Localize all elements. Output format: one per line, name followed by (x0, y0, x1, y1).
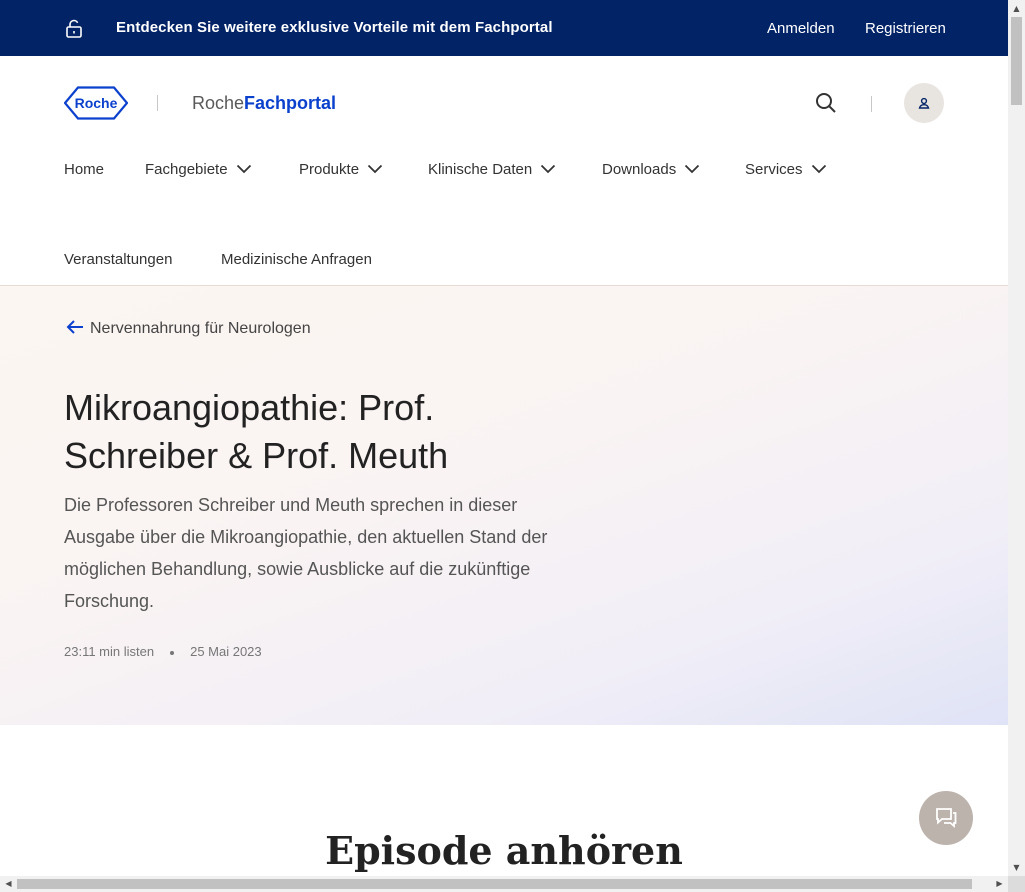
scroll-up-icon[interactable]: ▲ (1008, 0, 1025, 17)
roche-logo[interactable]: Roche (63, 86, 129, 120)
nav-medizinische-anfragen[interactable]: Medizinische Anfragen (221, 251, 372, 268)
chevron-down-icon (541, 164, 556, 174)
promo-bar: Entdecken Sie weitere exklusive Vorteile… (0, 0, 1008, 56)
back-link[interactable]: Nervennahrung für Neurologen (66, 320, 311, 338)
chevron-down-icon (367, 164, 383, 174)
login-link[interactable]: Anmelden (767, 20, 835, 37)
chevron-down-icon (685, 164, 700, 174)
svg-text:Roche: Roche (75, 95, 118, 111)
nav-services[interactable]: Services (745, 161, 827, 178)
scroll-left-icon[interactable]: ◀ (0, 876, 17, 892)
duration: 23:11 min listen (64, 644, 155, 659)
user-avatar-button[interactable] (904, 83, 944, 123)
scroll-right-icon[interactable]: ▶ (991, 876, 1008, 892)
chat-icon (936, 808, 957, 828)
page-title: Mikroangiopathie: Prof. Schreiber & Prof… (64, 387, 449, 476)
episode-meta: 23:11 min listen 25 Mai 2023 (64, 644, 262, 659)
arrow-left-icon (66, 320, 83, 334)
portal-name[interactable]: RocheFachportal (192, 93, 336, 114)
episode-heading: Episode anhören (325, 828, 683, 873)
nav-klinische-daten[interactable]: Klinische Daten (428, 161, 556, 178)
page-description: Die Professoren Schreiber und Meuth spre… (64, 495, 548, 611)
chat-button[interactable] (919, 791, 973, 845)
hero-section: Nervennahrung für Neurologen Mikroangiop… (0, 286, 1008, 725)
chevron-down-icon (811, 164, 826, 174)
chevron-down-icon (236, 164, 251, 174)
user-icon (918, 97, 930, 109)
scrollbar-corner (1008, 876, 1025, 892)
scrollbar-thumb[interactable] (1011, 17, 1022, 105)
publish-date: 25 Mai 2023 (190, 644, 262, 659)
header-divider (871, 96, 872, 112)
site-header: Roche RocheFachportal Home Fachgebiete P… (0, 56, 1008, 286)
register-link[interactable]: Registrieren (865, 20, 946, 37)
horizontal-scrollbar[interactable]: ◀ ▶ (0, 876, 1008, 892)
scrollbar-thumb[interactable] (17, 879, 972, 889)
nav-home[interactable]: Home (64, 161, 104, 178)
nav-veranstaltungen[interactable]: Veranstaltungen (64, 251, 172, 268)
separator-dot (170, 650, 175, 655)
search-icon[interactable] (815, 92, 837, 114)
nav-downloads[interactable]: Downloads (602, 161, 700, 178)
nav-fachgebiete[interactable]: Fachgebiete (145, 161, 252, 178)
nav-produkte[interactable]: Produkte (299, 161, 383, 178)
logo-divider (157, 95, 158, 111)
vertical-scrollbar[interactable]: ▲ ▼ (1008, 0, 1025, 876)
lock-icon (64, 19, 84, 39)
promo-text: Entdecken Sie weitere exklusive Vorteile… (116, 19, 553, 36)
scroll-down-icon[interactable]: ▼ (1008, 859, 1025, 876)
